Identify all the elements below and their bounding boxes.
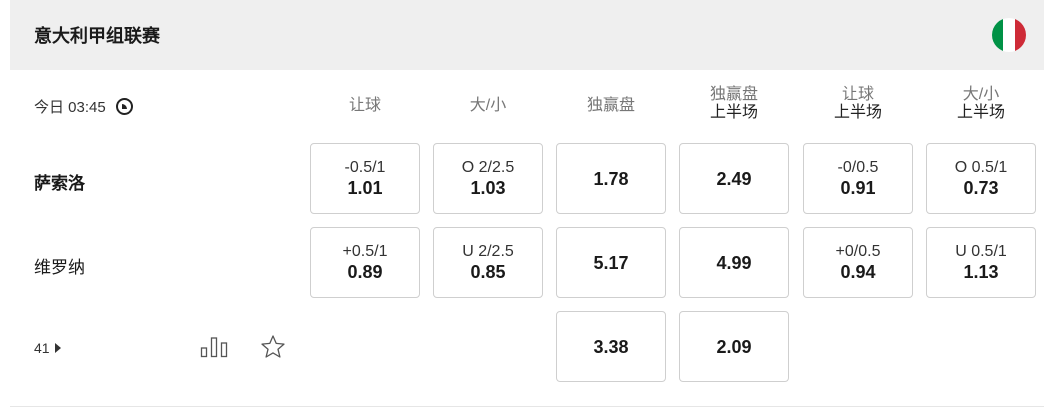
column-header-label: 独赢盘 bbox=[586, 97, 635, 114]
divider bbox=[10, 406, 1044, 407]
odds-price: 0.91 bbox=[840, 178, 876, 198]
odds-button-away-moneyline-first-half[interactable]: 4.99 bbox=[679, 227, 789, 298]
column-header-handicap-first-half: 让球 上半场 bbox=[803, 86, 913, 122]
odds-button-away-over-under[interactable]: U 2/2.5 0.85 bbox=[433, 227, 543, 298]
odds-button-home-handicap-first-half[interactable]: -0/0.5 0.91 bbox=[803, 143, 913, 214]
odds-button-away-handicap[interactable]: +0.5/1 0.89 bbox=[310, 227, 420, 298]
odds-price: 0.89 bbox=[347, 262, 383, 282]
column-header-moneyline-first-half: 独赢盘 上半场 bbox=[679, 86, 789, 122]
odds-price: 3.38 bbox=[593, 336, 629, 357]
column-header-label: 独赢盘 bbox=[709, 86, 758, 103]
odds-line: U 0.5/1 bbox=[955, 243, 1007, 260]
more-markets-link[interactable]: 41 bbox=[34, 340, 61, 356]
odds-line: O 2/2.5 bbox=[461, 159, 515, 176]
more-markets-count: 41 bbox=[34, 340, 50, 356]
match-time-label: 今日 03:45 bbox=[34, 99, 106, 116]
odds-button-draw-moneyline[interactable]: 3.38 bbox=[556, 311, 666, 382]
favorite-star-icon[interactable] bbox=[260, 334, 286, 360]
league-header[interactable]: 意大利甲组联赛 bbox=[10, 0, 1044, 70]
italy-flag-icon bbox=[992, 18, 1026, 52]
away-team-name: 维罗纳 bbox=[34, 258, 85, 277]
odds-button-away-over-under-first-half[interactable]: U 0.5/1 1.13 bbox=[926, 227, 1036, 298]
clock-icon bbox=[115, 98, 133, 115]
odds-line: -0/0.5 bbox=[837, 159, 879, 176]
odds-price: 1.78 bbox=[593, 168, 629, 189]
odds-price: 2.49 bbox=[716, 168, 752, 189]
odds-price: 5.17 bbox=[593, 252, 629, 273]
odds-price: 1.13 bbox=[963, 262, 999, 282]
odds-price: 1.01 bbox=[347, 178, 383, 198]
match-time: 今日 03:45 bbox=[34, 96, 133, 117]
column-header-sublabel: 上半场 bbox=[709, 104, 758, 121]
caret-right-icon bbox=[54, 343, 61, 353]
odds-line: +0.5/1 bbox=[342, 243, 388, 260]
odds-button-home-moneyline-first-half[interactable]: 2.49 bbox=[679, 143, 789, 214]
league-title: 意大利甲组联赛 bbox=[34, 26, 160, 46]
odds-button-home-over-under[interactable]: O 2/2.5 1.03 bbox=[433, 143, 543, 214]
column-header-sublabel: 上半场 bbox=[956, 104, 1005, 121]
odds-price: 0.85 bbox=[470, 262, 506, 282]
odds-button-away-moneyline[interactable]: 5.17 bbox=[556, 227, 666, 298]
odds-button-away-handicap-first-half[interactable]: +0/0.5 0.94 bbox=[803, 227, 913, 298]
odds-button-draw-moneyline-first-half[interactable]: 2.09 bbox=[679, 311, 789, 382]
odds-line: -0.5/1 bbox=[344, 159, 386, 176]
odds-price: 2.09 bbox=[716, 336, 752, 357]
column-header-over-under-first-half: 大/小 上半场 bbox=[926, 86, 1036, 122]
odds-button-home-moneyline[interactable]: 1.78 bbox=[556, 143, 666, 214]
odds-button-home-over-under-first-half[interactable]: O 0.5/1 0.73 bbox=[926, 143, 1036, 214]
stats-icon[interactable] bbox=[200, 336, 228, 358]
odds-line: O 0.5/1 bbox=[954, 159, 1008, 176]
column-header-moneyline: 独赢盘 bbox=[556, 97, 666, 115]
odds-price: 1.03 bbox=[470, 178, 506, 198]
column-header-over-under: 大/小 bbox=[433, 97, 543, 115]
odds-price: 0.73 bbox=[963, 178, 999, 198]
odds-price: 4.99 bbox=[716, 252, 752, 273]
odds-line: U 2/2.5 bbox=[462, 243, 514, 260]
column-header-label: 大/小 bbox=[962, 86, 1000, 103]
column-header-label: 大/小 bbox=[469, 97, 507, 114]
odds-price: 0.94 bbox=[840, 262, 876, 282]
home-team-name: 萨索洛 bbox=[34, 174, 85, 193]
column-header-label: 让球 bbox=[348, 97, 381, 114]
odds-line: +0/0.5 bbox=[835, 243, 881, 260]
odds-button-home-handicap[interactable]: -0.5/1 1.01 bbox=[310, 143, 420, 214]
column-header-label: 让球 bbox=[841, 86, 874, 103]
column-header-handicap: 让球 bbox=[310, 97, 420, 115]
column-header-sublabel: 上半场 bbox=[833, 104, 882, 121]
